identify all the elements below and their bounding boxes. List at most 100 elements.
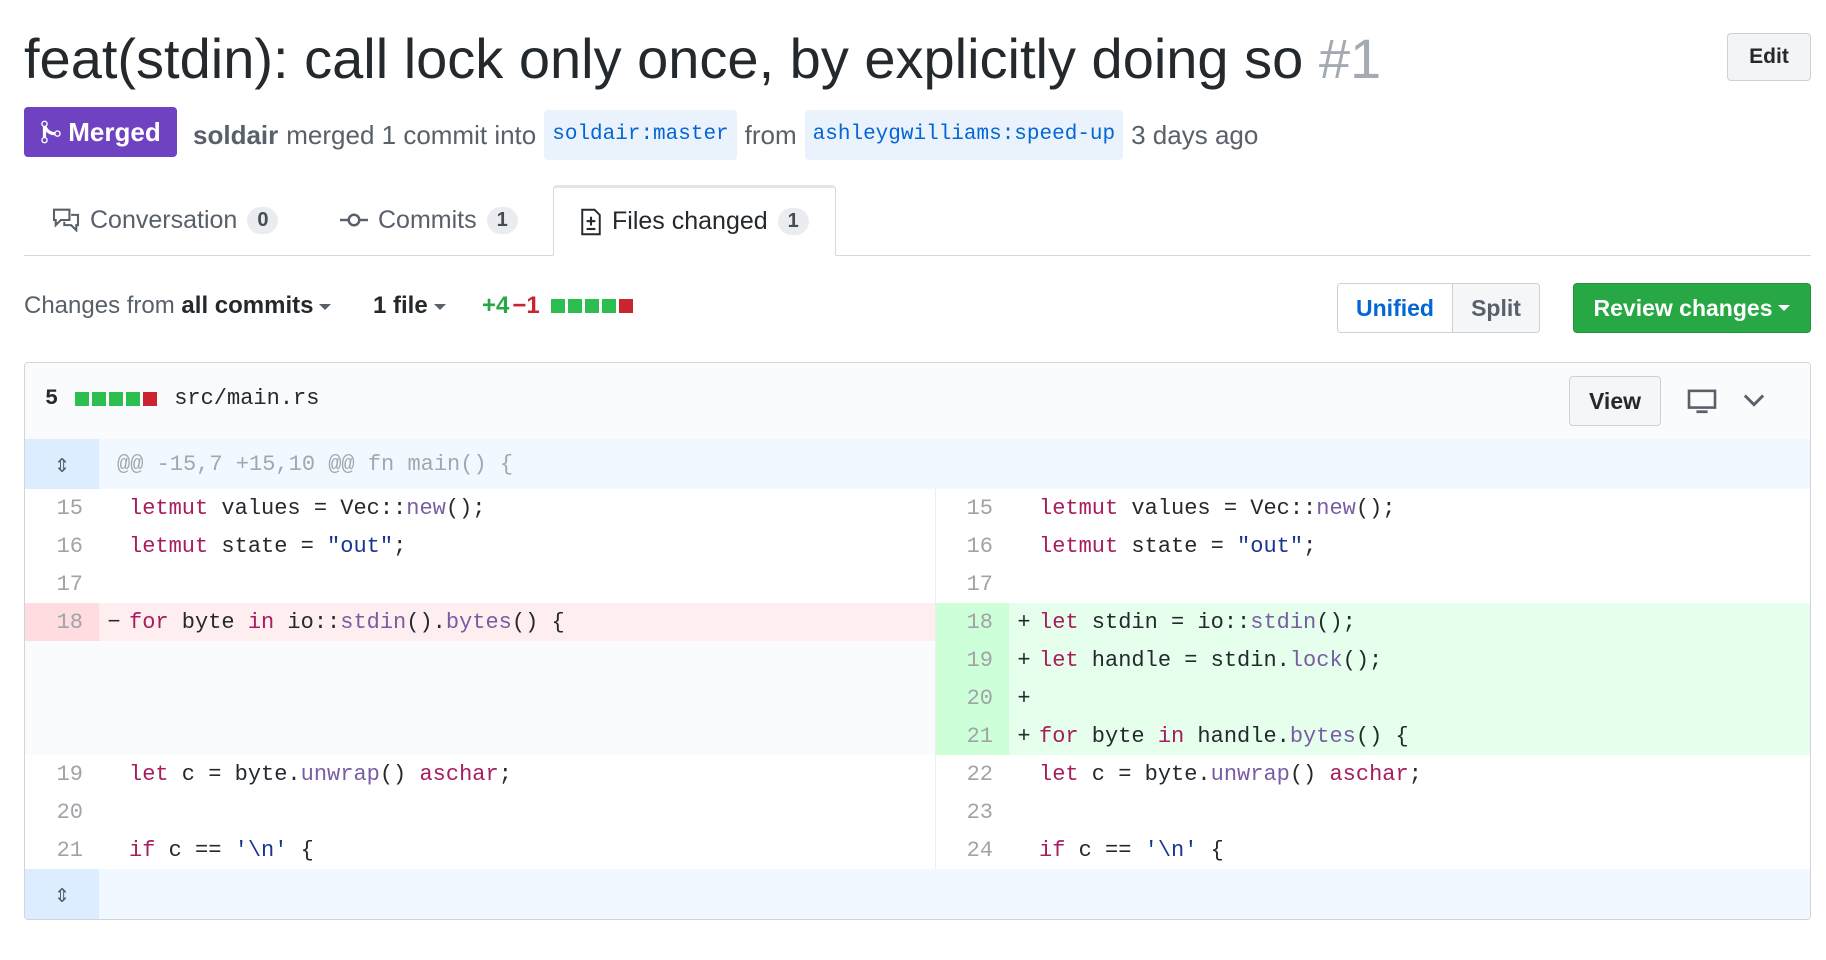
tab-files-changed-count: 1	[777, 208, 809, 235]
diff-row: 19 let c = byte. unwrap() as char; 22 let…	[25, 755, 1810, 793]
right-line-number[interactable]: 24	[935, 831, 1009, 869]
diff-view-toggle: Unified Split	[1337, 283, 1540, 333]
pr-title: feat(stdin): call lock only once, by exp…	[24, 20, 1381, 98]
right-code-added: + let stdin = io:: stdin ();	[1009, 603, 1810, 641]
diffstat-block-added	[75, 391, 90, 406]
review-changes-button[interactable]: Review changes	[1573, 283, 1811, 333]
left-line-number[interactable]: 20	[25, 793, 99, 831]
left-code: let c = byte. unwrap() as char;	[129, 761, 512, 787]
git-merge-icon	[41, 120, 62, 144]
pr-number: #1	[1318, 27, 1382, 90]
tab-commits-count: 1	[486, 206, 518, 234]
diff-row-changed: 20 +	[25, 679, 1810, 717]
diffstat-block-deleted	[618, 299, 633, 313]
pr-title-text: feat(stdin): call lock only once, by exp…	[24, 27, 1304, 90]
hunk-header: @@ -15,7 +15,10 @@ fn main() {	[117, 451, 514, 477]
right-code: let c = byte. unwrap() as char;	[1039, 761, 1422, 787]
changes-from-dropdown[interactable]: Changes from all commits	[24, 292, 332, 320]
view-file-button[interactable]: View	[1569, 376, 1661, 426]
right-code: if c == '\n' {	[1039, 837, 1224, 863]
caret-down-icon	[319, 303, 332, 310]
left-line-number[interactable]: 18	[25, 603, 99, 641]
diff-row-changed: 21 + for byte in handle. bytes() {	[25, 717, 1810, 755]
deletions-count: −1	[512, 292, 540, 319]
tab-files-changed[interactable]: Files changed 1	[553, 185, 836, 256]
diff-row: 20 23	[25, 793, 1810, 831]
right-line-number[interactable]: 17	[935, 565, 1009, 603]
diffstat-block-added	[601, 299, 616, 313]
left-line-number[interactable]: 17	[25, 565, 99, 603]
pane-divider	[935, 489, 936, 869]
changes-from-value: all commits	[181, 292, 314, 319]
file-path[interactable]: src/main.rs	[174, 386, 319, 411]
expand-down-icon[interactable]: ⇕	[25, 869, 99, 919]
diff-row: 16 let mut state = "out"; 16 let mut sta…	[25, 527, 1810, 565]
edit-button[interactable]: Edit	[1727, 33, 1811, 81]
merged-badge: Merged	[24, 107, 177, 157]
right-code-added: + for byte in handle. bytes() {	[1009, 717, 1810, 755]
file-diffstat: 5 src/main.rs	[45, 386, 319, 411]
right-line-number[interactable]: 20	[935, 679, 1009, 717]
diff-row-changed: 18 − for byte in io:: stdin (). bytes() { 1…	[25, 603, 1810, 641]
addition-marker: +	[1017, 647, 1031, 673]
split-button[interactable]: Split	[1453, 284, 1539, 332]
addition-marker: +	[1017, 609, 1031, 635]
base-branch[interactable]: soldair:master	[544, 110, 737, 160]
diffstat-block-added	[109, 391, 124, 406]
left-line-number[interactable]: 16	[25, 527, 99, 565]
tab-conversation[interactable]: Conversation 0	[52, 185, 279, 255]
diffstat: +4 −1	[482, 292, 633, 320]
file-diff-icon	[581, 208, 601, 235]
caret-down-icon	[1778, 305, 1791, 311]
tab-commits-label: Commits	[378, 205, 477, 234]
left-line-number[interactable]: 19	[25, 755, 99, 793]
expand-up-icon[interactable]: ⇕	[25, 439, 99, 489]
hunk-header-row: ⇕ @@ -15,7 +15,10 @@ fn main() {	[25, 439, 1810, 489]
diff-row: 21 if c == '\n' { 24 if c == '\n' {	[25, 831, 1810, 869]
diffstat-block-added	[92, 391, 107, 406]
diff-row: 15 let mut values = Vec:: new (); 15 let m…	[25, 489, 1810, 527]
right-code: let mut state = "out";	[1039, 533, 1317, 559]
chevron-down-icon[interactable]	[1743, 393, 1765, 409]
left-empty-cell	[25, 679, 935, 717]
author-link[interactable]: soldair	[193, 113, 278, 157]
right-line-number[interactable]: 23	[935, 793, 1009, 831]
diff-row-changed: 19 + let handle = stdin. lock ();	[25, 641, 1810, 679]
right-code-added: +	[1009, 679, 1810, 717]
diff-row: 17 17	[25, 565, 1810, 603]
unified-button[interactable]: Unified	[1338, 284, 1453, 332]
left-code: let mut state = "out";	[129, 533, 407, 559]
from-text: from	[744, 120, 797, 150]
left-line-number[interactable]: 21	[25, 831, 99, 869]
tab-commits[interactable]: Commits 1	[340, 185, 518, 255]
right-line-number[interactable]: 21	[935, 717, 1009, 755]
display-rich-diff-icon[interactable]	[1687, 389, 1717, 415]
merged-time: 3 days ago	[1131, 120, 1259, 150]
files-dropdown[interactable]: 1 file	[373, 292, 446, 320]
right-line-number[interactable]: 19	[935, 641, 1009, 679]
diffstat-block-added	[584, 299, 599, 313]
comment-discussion-icon	[52, 208, 80, 232]
tab-conversation-label: Conversation	[90, 205, 238, 234]
tab-files-changed-label: Files changed	[612, 207, 768, 235]
right-code-added: + let handle = stdin. lock ();	[1009, 641, 1810, 679]
right-line-number[interactable]: 16	[935, 527, 1009, 565]
review-changes-label: Review changes	[1593, 294, 1773, 321]
head-branch[interactable]: ashleygwilliams:speed-up	[804, 110, 1124, 160]
diffstat-block-added	[567, 299, 582, 313]
diffstat-block-added	[550, 299, 565, 313]
right-line-number[interactable]: 18	[935, 603, 1009, 641]
left-code: let mut values = Vec:: new ();	[129, 495, 486, 521]
left-line-number[interactable]: 15	[25, 489, 99, 527]
left-code-deleted: − for byte in io:: stdin (). bytes() {	[99, 603, 935, 641]
git-commit-icon	[340, 213, 368, 227]
pr-tabs: Conversation 0 Commits 1 Files changed 1	[24, 185, 1811, 256]
right-code: let mut values = Vec:: new ();	[1039, 495, 1396, 521]
file-header: 5 src/main.rs View	[25, 363, 1810, 440]
caret-down-icon	[433, 303, 446, 310]
right-line-number[interactable]: 22	[935, 755, 1009, 793]
merged-text: merged 1 commit into	[286, 120, 537, 150]
left-code: if c == '\n' {	[129, 837, 314, 863]
pr-meta: soldair merged 1 commit into soldair:mas…	[193, 110, 1258, 160]
right-line-number[interactable]: 15	[935, 489, 1009, 527]
